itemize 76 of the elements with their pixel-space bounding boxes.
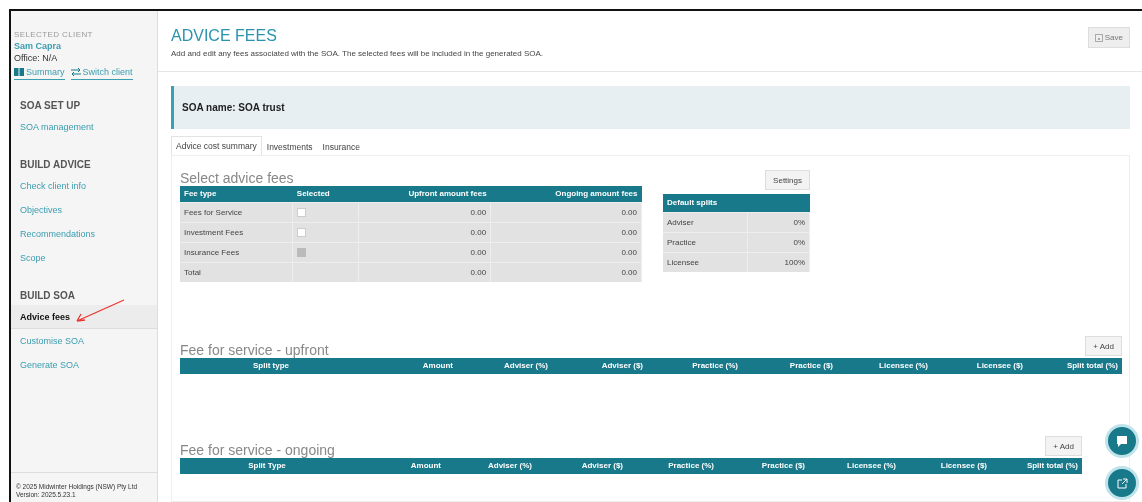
external-link-icon [1116, 477, 1128, 489]
sidebar-link[interactable]: Switch client [70, 67, 133, 80]
soa-name-banner: SOA name: SOA trust [171, 86, 1130, 129]
column-header: Adviser ($) [552, 358, 647, 374]
nav-item[interactable]: Customise SOA [11, 329, 157, 353]
checkbox[interactable] [297, 207, 307, 217]
office-text: Office: N/A [14, 53, 59, 63]
settings-button[interactable]: Settings [765, 170, 810, 190]
table-cell: 0.00 [358, 242, 491, 262]
column-header: Default splits [663, 194, 810, 212]
swap-icon [70, 68, 81, 76]
column-header: Fee type [180, 186, 293, 202]
nav-section-title: SOA SET UP [19, 100, 82, 111]
nav-item[interactable]: SOA management [11, 115, 157, 139]
column-header: Amount [362, 358, 457, 374]
table-cell: 0.00 [490, 262, 642, 282]
column-header: Licensee ($) [932, 358, 1027, 374]
column-header: Upfront amount fees [358, 186, 491, 202]
nav-item[interactable]: Recommendations [11, 222, 157, 246]
table-cell: 0% [747, 212, 810, 232]
help-chat-button[interactable] [1105, 424, 1139, 458]
section-title: Select advice fees [180, 170, 294, 186]
column-header: Split total (%) [991, 458, 1082, 474]
column-header: Licensee ($) [900, 458, 991, 474]
checkbox[interactable] [297, 227, 307, 237]
tab[interactable]: Advice cost summary [171, 136, 262, 156]
column-header: Adviser (%) [457, 358, 552, 374]
table-cell: 100% [747, 252, 810, 272]
column-header: Adviser ($) [536, 458, 627, 474]
sidebar-link[interactable]: Summary [14, 67, 65, 80]
page-subtitle: Add and edit any fees associated with the SOA. The selected fees will be included in the generated SOA. [171, 49, 544, 58]
table-cell: 0.00 [358, 262, 491, 282]
add-button[interactable]: + Add [1045, 436, 1082, 456]
table-cell: Insurance Fees [180, 242, 293, 262]
nav-section-title: BUILD ADVICE [19, 159, 92, 170]
client-name: Sam Capra [14, 41, 63, 51]
column-header: Practice (%) [647, 358, 742, 374]
table-cell: Practice [663, 232, 748, 252]
table-cell: 0.00 [490, 202, 642, 222]
table-cell: Adviser [663, 212, 748, 232]
column-header: Split total (%) [1027, 358, 1122, 374]
table-cell: 0.00 [490, 242, 642, 262]
table-cell: 0.00 [490, 222, 642, 242]
column-header: Licensee (%) [837, 358, 932, 374]
column-header: Ongoing amount fees [490, 186, 642, 202]
nav-item[interactable]: Scope [11, 246, 157, 270]
chat-icon [1115, 434, 1129, 448]
nav-item[interactable]: Generate SOA [11, 353, 157, 377]
section-title: Fee for service - ongoing [180, 442, 335, 458]
table-cell: 0.00 [358, 202, 491, 222]
table-cell: 0% [747, 232, 810, 252]
nav-section-title: BUILD SOA [19, 290, 76, 301]
column-header: Split Type [180, 458, 354, 474]
table-cell: Total [180, 262, 293, 282]
column-header: Practice ($) [742, 358, 837, 374]
table-cell: Fees for Service [180, 202, 293, 222]
section-label: SELECTED CLIENT [14, 30, 94, 39]
page-title: ADVICE FEES [171, 27, 278, 45]
floppy-icon [1094, 33, 1103, 42]
nav-item[interactable]: Objectives [11, 198, 157, 222]
column-header: Selected [292, 186, 359, 202]
table-cell: 0.00 [358, 222, 491, 242]
table-cell: Investment Fees [180, 222, 293, 242]
column-header: Split type [180, 358, 362, 374]
share-button[interactable] [1105, 466, 1139, 500]
section-title: Fee for service - upfront [180, 342, 329, 358]
column-header: Practice (%) [627, 458, 718, 474]
book-icon [14, 68, 24, 76]
column-header: Licensee (%) [809, 458, 900, 474]
column-header: Amount [354, 458, 445, 474]
add-button[interactable]: + Add [1085, 336, 1122, 356]
nav-item[interactable]: Advice fees [11, 305, 157, 329]
column-header: Practice ($) [718, 458, 809, 474]
table-cell: Licensee [663, 252, 748, 272]
column-header: Adviser (%) [445, 458, 536, 474]
nav-item[interactable]: Check client info [11, 174, 157, 198]
